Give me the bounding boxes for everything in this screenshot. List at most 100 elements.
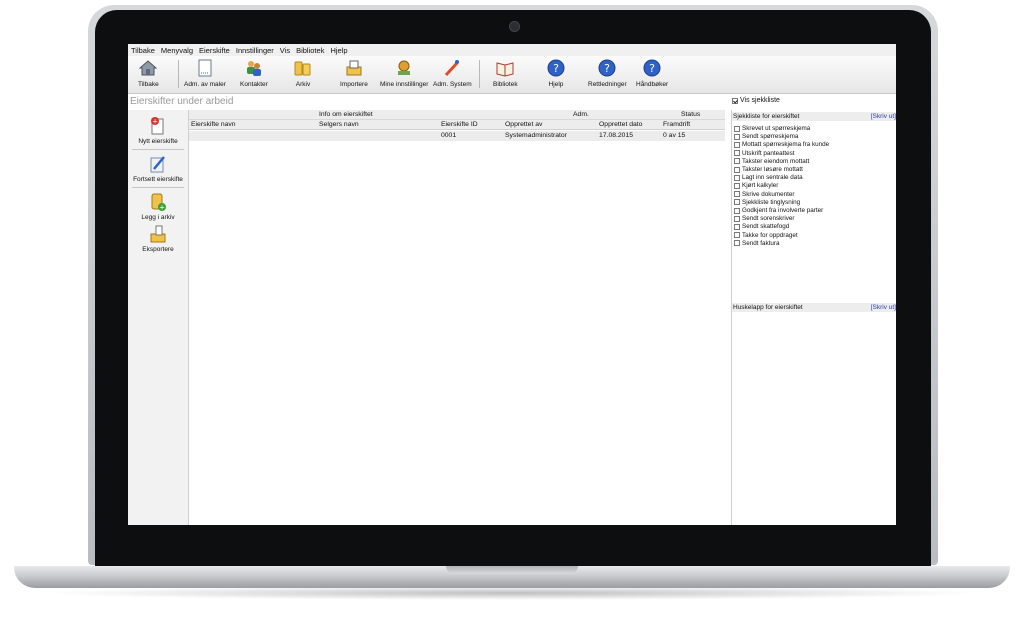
checklist-item[interactable]: Mottatt spørreskjema fra kunde	[734, 141, 829, 148]
menu-menyvalg[interactable]: Menyvalg	[161, 46, 193, 55]
checkbox[interactable]	[734, 174, 740, 181]
checklist-item[interactable]: Takster løsøre mottatt	[734, 166, 803, 173]
checkbox[interactable]	[734, 207, 740, 214]
checklist-title: Sjekkliste for eierskiftet	[733, 113, 800, 120]
fortsett-eierskifte-button[interactable]: Fortsett eierskifte	[128, 154, 188, 183]
toolbar-label: Håndbøker	[636, 81, 669, 88]
menu-eierskifte[interactable]: Eierskifte	[199, 46, 230, 55]
vis-sjekkliste-toggle[interactable]: Vis sjekkliste	[732, 97, 780, 104]
col-eierskifte-id[interactable]: Eierskifte ID	[441, 121, 478, 128]
checkbox[interactable]	[734, 223, 740, 230]
edit-pencil-icon	[150, 156, 165, 173]
toolbar-rettledninger-button[interactable]: ? Rettledninger	[588, 58, 627, 88]
checklist-item[interactable]: Sendt faktura	[734, 240, 779, 247]
notes-title: Huskelapp for eierskiftet	[733, 304, 803, 311]
checkbox[interactable]	[734, 215, 740, 222]
checkbox[interactable]	[734, 199, 740, 206]
toolbar-mine-innstillinger-button[interactable]: Mine innstillinger	[380, 58, 428, 88]
checklist-item[interactable]: Kjørt kalkyler	[734, 182, 778, 189]
toolbar-hjelp-button[interactable]: ? Hjelp	[546, 58, 566, 88]
notes-print-link[interactable]: [Skriv ut]	[871, 304, 896, 311]
col-opprettet-dato[interactable]: Opprettet dato	[599, 121, 642, 128]
checklist-item[interactable]: Skrive dokumenter	[734, 191, 795, 198]
checklist-item-label: Mottatt spørreskjema fra kunde	[742, 141, 830, 149]
checklist-item[interactable]: Takke for oppdraget	[734, 232, 798, 239]
contacts-icon	[244, 58, 264, 78]
col-selgers-navn[interactable]: Selgers navn	[319, 121, 359, 128]
user-settings-icon	[394, 58, 414, 78]
col-eierskifte-navn[interactable]: Eierskifte navn	[191, 121, 236, 128]
checklist-item-label: Sjekkliste tinglysning	[742, 198, 801, 206]
help-icon: ?	[597, 58, 617, 78]
checkbox[interactable]	[734, 240, 740, 247]
group-status: Status	[681, 111, 701, 118]
checklist-item[interactable]: Skrevet ut spørreskjema	[734, 125, 810, 132]
checklist-item[interactable]: Lagt inn sentrale data	[734, 174, 803, 181]
checklist-item[interactable]: Godkjent fra involverte parter	[734, 207, 823, 214]
toolbar-arkiv-button[interactable]: Arkiv	[293, 58, 313, 88]
laptop-shadow	[40, 586, 984, 600]
legg-i-arkiv-button[interactable]: + Legg i arkiv	[128, 192, 188, 221]
cell-eierskifte-id: 0001	[441, 132, 457, 139]
checklist-item[interactable]: Takster eiendom mottatt	[734, 158, 809, 165]
checklist-item-label: Takster løsøre mottatt	[742, 166, 803, 173]
checklist-print-link[interactable]: [Skriv ut]	[871, 113, 896, 120]
toolbar-label: Kontakter	[240, 81, 268, 88]
divider	[132, 149, 184, 150]
eksportere-button[interactable]: Eksportere	[128, 224, 188, 253]
checklist-item-label: Godkjent fra involverte parter	[742, 207, 824, 214]
checkbox[interactable]	[732, 97, 738, 104]
checkbox[interactable]	[734, 166, 740, 173]
divider	[132, 187, 184, 188]
checkbox[interactable]	[734, 158, 740, 165]
toolbar-adm-maler-button[interactable]: Adm. av maler	[184, 58, 226, 88]
svg-text:?: ?	[553, 62, 559, 75]
checklist-item[interactable]: Sjekkliste tinglysning	[734, 199, 800, 206]
toolbar-bibliotek-button[interactable]: Bibliotek	[493, 58, 518, 88]
col-framdrift[interactable]: Framdrift	[663, 121, 690, 128]
admin-wand-icon	[442, 58, 462, 78]
right-panel: Sjekkliste for eierskiftet [Skriv ut] Sk…	[731, 110, 896, 525]
checkbox[interactable]	[734, 141, 740, 148]
toolbar-importere-button[interactable]: Importere	[340, 58, 368, 88]
checklist-item-label: Sendt spørreskjema	[742, 133, 799, 141]
checkbox[interactable]	[734, 232, 740, 239]
checkbox[interactable]	[734, 182, 740, 189]
app-screen: Tilbake Menyvalg Eierskifte Innstillinge…	[128, 44, 896, 525]
menu-innstillinger[interactable]: Innstillinger	[236, 46, 274, 55]
toolbar-adm-system-button[interactable]: Adm. System	[433, 58, 472, 88]
vis-sjekkliste-label: Vis sjekkliste	[740, 97, 780, 104]
cell-opprettet-av: Systemadministrator	[505, 132, 567, 139]
checkbox[interactable]	[734, 150, 740, 157]
checklist-item[interactable]: Sendt skattefogd	[734, 223, 789, 230]
toolbar-separator	[178, 60, 179, 88]
home-icon	[138, 58, 158, 78]
col-opprettet-av[interactable]: Opprettet av	[505, 121, 542, 128]
checklist-item-label: Takke for oppdraget	[742, 231, 798, 239]
menu-bibliotek[interactable]: Bibliotek	[296, 46, 324, 55]
action-label: Eksportere	[142, 246, 174, 253]
menu-bar: Tilbake Menyvalg Eierskifte Innstillinge…	[128, 44, 896, 56]
checkbox[interactable]	[734, 125, 740, 132]
checklist-item[interactable]: Sendt spørreskjema	[734, 133, 798, 140]
toolbar-kontakter-button[interactable]: Kontakter	[240, 58, 268, 88]
menu-vis[interactable]: Vis	[280, 46, 290, 55]
svg-text:+: +	[159, 204, 165, 212]
nytt-eierskifte-button[interactable]: + Nytt eierskifte	[128, 116, 188, 145]
camera-icon	[509, 21, 520, 32]
checkbox[interactable]	[734, 191, 740, 198]
toolbar-tilbake-button[interactable]: Tilbake	[138, 58, 159, 88]
toolbar-handboker-button[interactable]: ? Håndbøker	[636, 58, 668, 88]
group-adm: Adm.	[573, 111, 589, 118]
table-row[interactable]: 0001 Systemadministrator 17.08.2015 0 av…	[189, 131, 725, 141]
menu-tilbake[interactable]: Tilbake	[131, 46, 155, 55]
checklist-item[interactable]: Utskrift panteattest	[734, 150, 795, 157]
checkbox[interactable]	[734, 133, 740, 140]
checklist-item[interactable]: Sendt sorenskriver	[734, 215, 795, 222]
svg-text:?: ?	[649, 62, 655, 75]
checklist-item-label: Sendt sorenskriver	[742, 215, 795, 223]
action-label: Fortsett eierskifte	[133, 176, 183, 183]
toolbar-label: Mine innstillinger	[380, 81, 429, 88]
archive-add-icon: +	[151, 193, 166, 212]
menu-hjelp[interactable]: Hjelp	[330, 46, 347, 55]
